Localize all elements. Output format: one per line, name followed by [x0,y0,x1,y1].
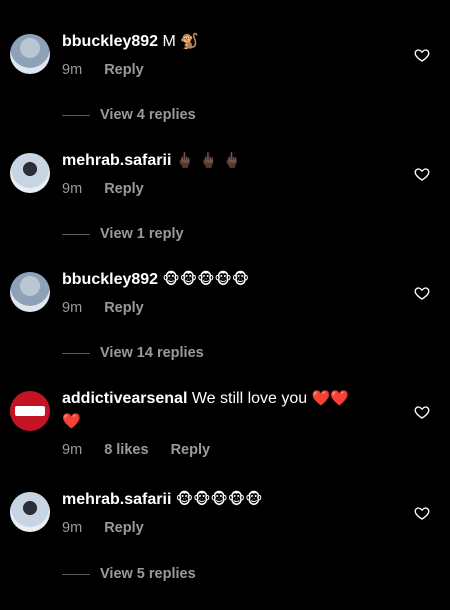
username-link[interactable]: mehrab.safarii [62,152,171,169]
comment-meta: 9m 8 likes Reply [62,441,400,459]
heart-outline-icon[interactable] [414,47,430,63]
reply-button[interactable]: Reply [104,62,144,78]
view-replies-link[interactable]: View 4 replies [62,107,196,123]
comment-line: bbuckley892 M 🐒 [62,30,400,53]
comment-meta: 9m Reply [62,61,400,79]
avatar[interactable] [10,153,50,193]
heart-outline-icon[interactable] [414,404,430,420]
comment-body: mehrab.safarii 🐵🐵🐵🐵🐵 9m Reply [62,488,400,537]
view-replies-label[interactable]: View 5 replies [100,566,196,582]
likes-count[interactable]: 8 likes [104,442,148,458]
timestamp: 9m [62,300,83,316]
divider-line [62,573,90,575]
comment-emoji: 🐵🐵🐵🐵🐵 [175,490,263,508]
view-replies-link[interactable]: View 14 replies [62,345,204,361]
comment-line: addictivearsenal We still love you ❤️❤️ [62,387,400,410]
comment-body: bbuckley892 M 🐒 9m Reply [62,30,400,79]
comment-body: bbuckley892 🐵🐵🐵🐵🐵 9m Reply [62,268,400,317]
avatar[interactable] [10,391,50,431]
view-replies-label[interactable]: View 14 replies [100,345,204,361]
view-replies-link[interactable]: View 5 replies [62,566,196,582]
timestamp: 9m [62,181,83,197]
timestamp: 9m [62,520,83,536]
avatar[interactable] [10,272,50,312]
comment-text: We still love you [191,390,308,407]
comment-text: M [162,33,176,50]
timestamp: 9m [62,442,83,458]
username-link[interactable]: bbuckley892 [62,33,158,50]
divider-line [62,352,90,354]
comment-emoji: ❤️❤️ [311,389,349,407]
comment-line: bbuckley892 🐵🐵🐵🐵🐵 [62,268,400,291]
comment-meta: 9m Reply [62,519,400,537]
avatar[interactable] [10,34,50,74]
view-replies-link[interactable]: View 1 reply [62,226,184,242]
timestamp: 9m [62,62,83,78]
reply-button[interactable]: Reply [104,520,144,536]
comment-line: mehrab.safarii 🐵🐵🐵🐵🐵 [62,488,400,511]
comment-emoji: 🐒 [180,32,199,50]
comment-body: mehrab.safarii 🖕🏿 🖕🏿 🖕🏿 9m Reply [62,149,400,198]
comment-emoji: 🖕🏿 🖕🏿 🖕🏿 [175,151,242,169]
comment-emoji: ❤️ [62,412,81,430]
comment-line-2: ❤️ [62,410,400,433]
username-link[interactable]: mehrab.safarii [62,491,171,508]
comment-meta: 9m Reply [62,180,400,198]
username-link[interactable]: bbuckley892 [62,271,158,288]
heart-outline-icon[interactable] [414,285,430,301]
comment-emoji: 🐵🐵🐵🐵🐵 [162,270,250,288]
divider-line [62,233,90,235]
view-replies-label[interactable]: View 4 replies [100,107,196,123]
avatar-logo [15,406,45,416]
heart-outline-icon[interactable] [414,166,430,182]
comment-line: mehrab.safarii 🖕🏿 🖕🏿 🖕🏿 [62,149,400,172]
heart-outline-icon[interactable] [414,505,430,521]
divider-line [62,114,90,116]
reply-button[interactable]: Reply [171,442,211,458]
reply-button[interactable]: Reply [104,300,144,316]
view-replies-label[interactable]: View 1 reply [100,226,184,242]
comment-body: addictivearsenal We still love you ❤️❤️ … [62,387,400,459]
comment-meta: 9m Reply [62,299,400,317]
reply-button[interactable]: Reply [104,181,144,197]
avatar[interactable] [10,492,50,532]
username-link[interactable]: addictivearsenal [62,390,187,407]
